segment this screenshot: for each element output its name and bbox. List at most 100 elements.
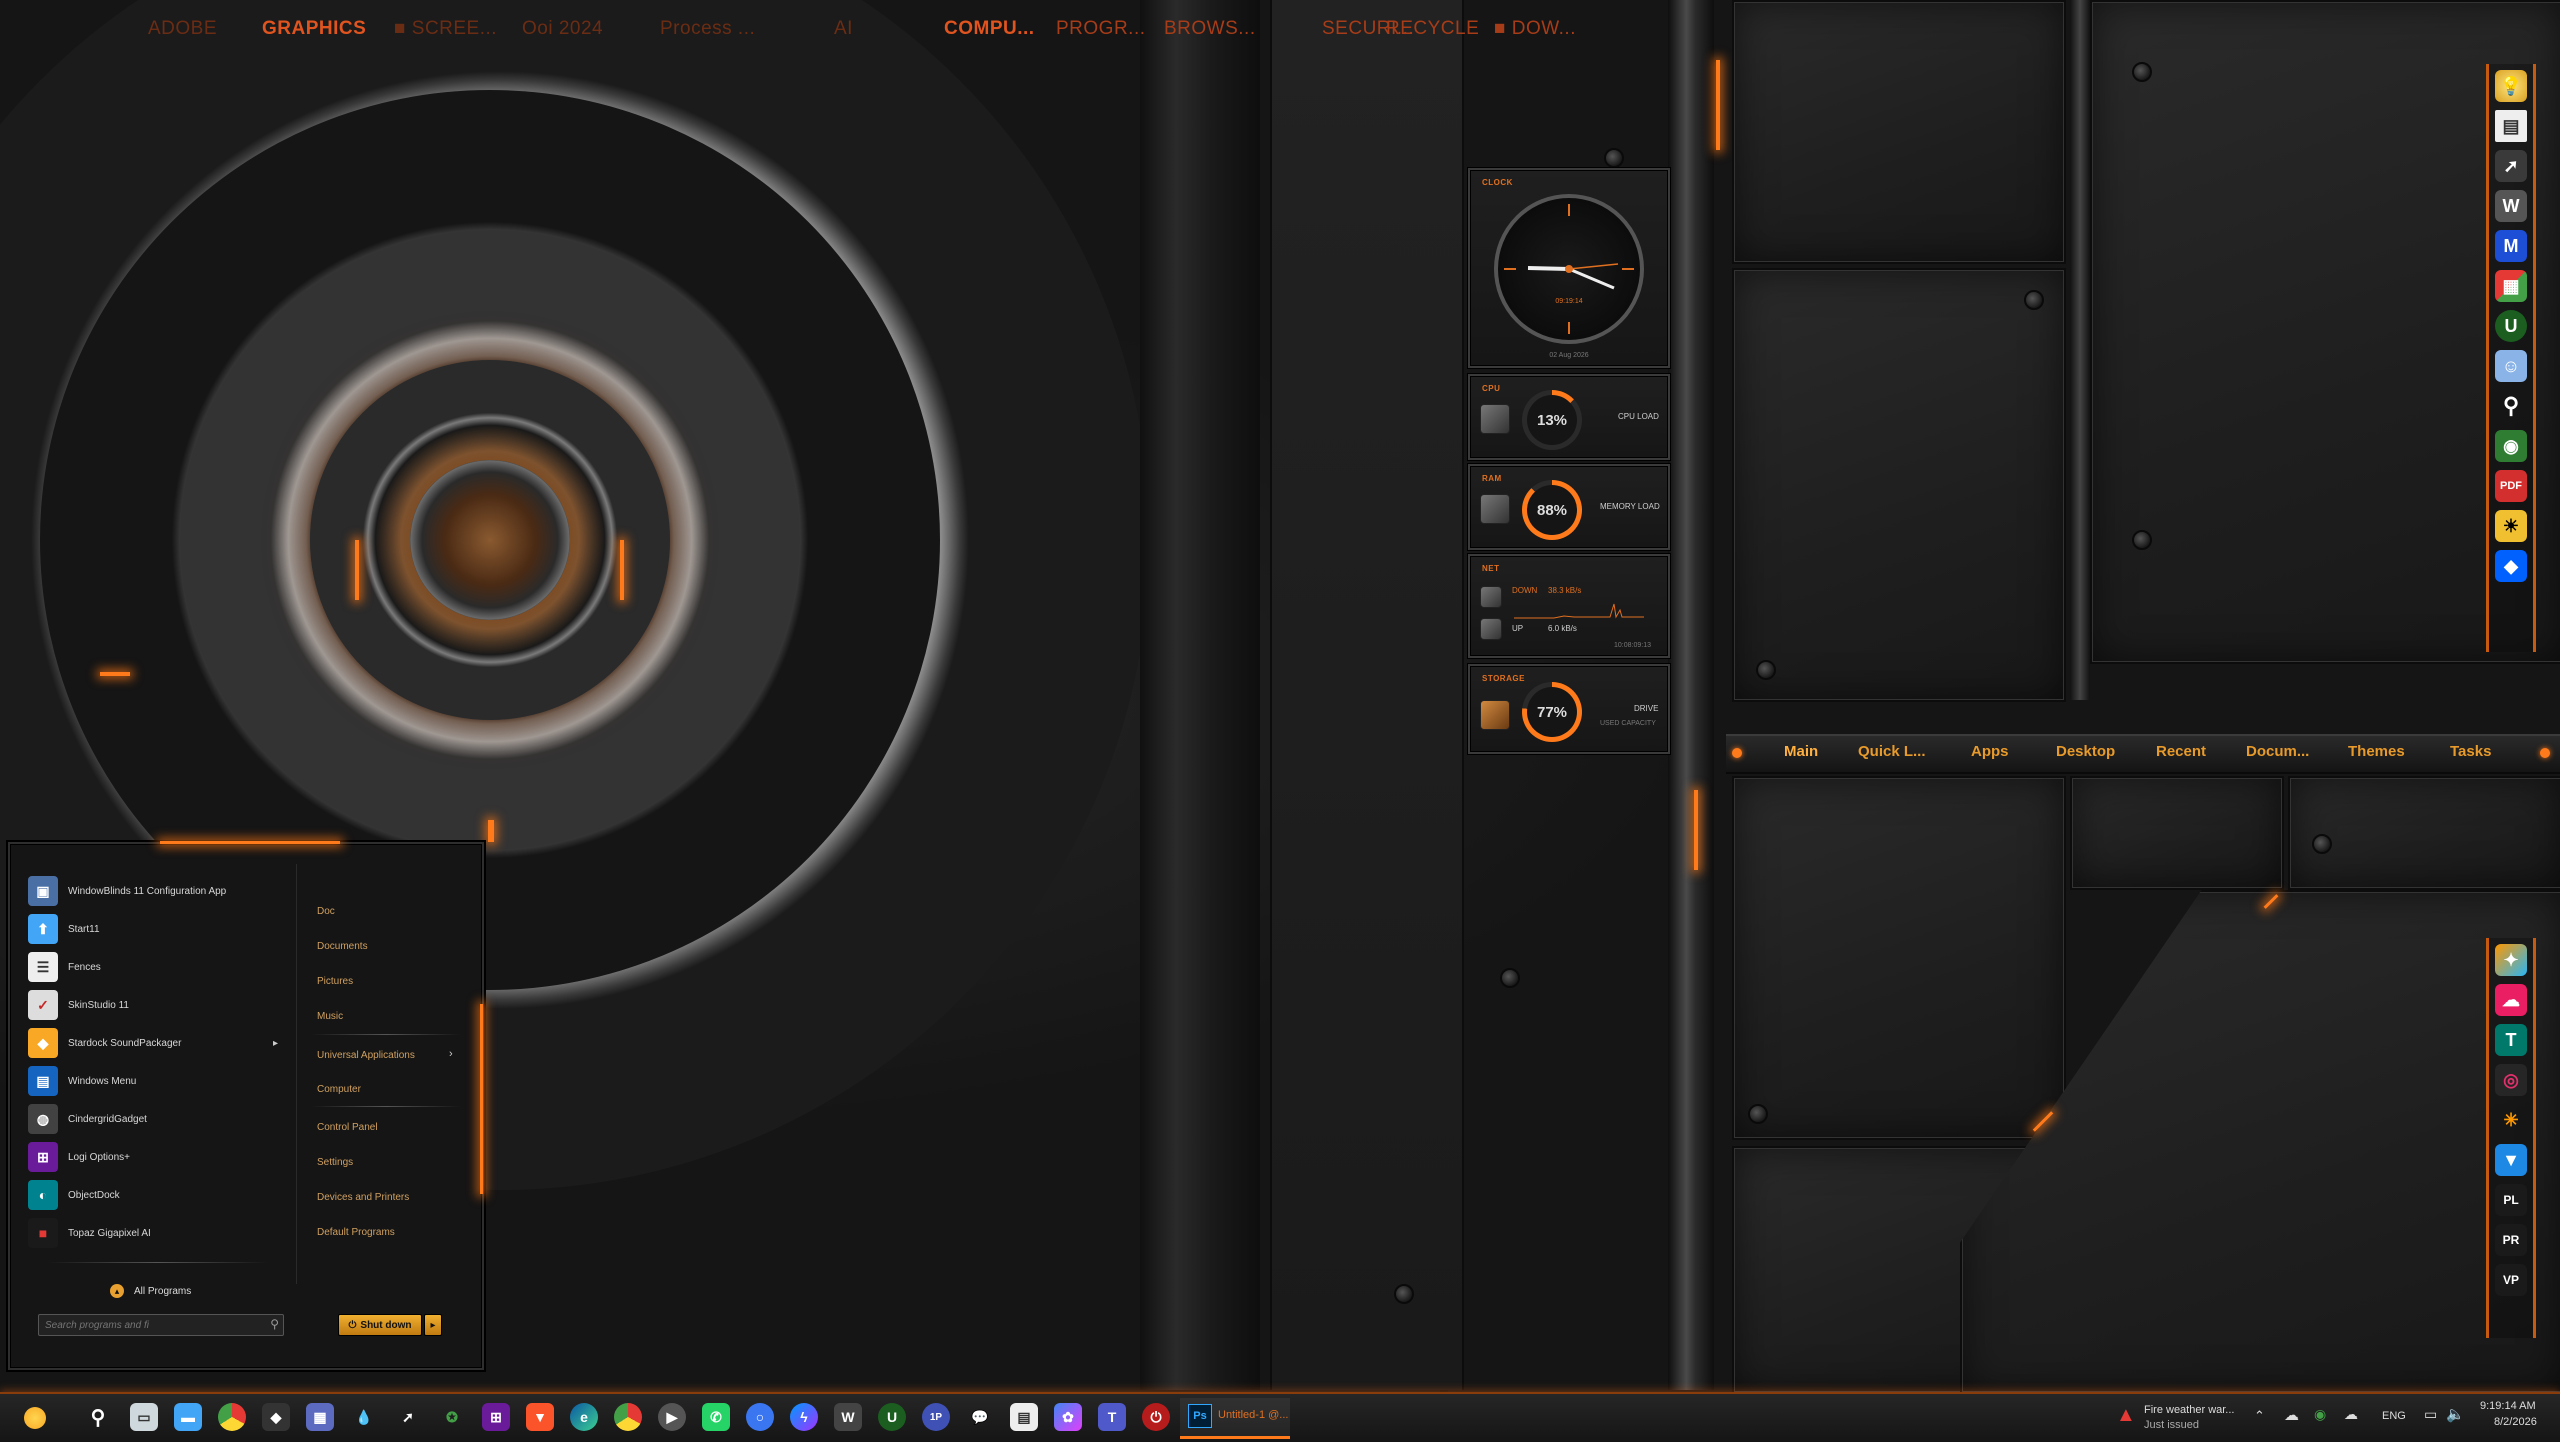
search-icon[interactable]: ⚲ bbox=[84, 1403, 112, 1431]
program-cindergrid[interactable]: ◍ CindergridGadget bbox=[28, 1102, 147, 1136]
program-skinstudio[interactable]: ✓ SkinStudio 11 bbox=[28, 988, 129, 1022]
xbox-icon[interactable]: ✪ bbox=[438, 1403, 466, 1431]
menu-item-documents[interactable]: Documents bbox=[317, 941, 368, 952]
calculator-icon[interactable]: ▦ bbox=[306, 1403, 334, 1431]
menu-item-settings[interactable]: Settings bbox=[317, 1157, 353, 1168]
brush-app-icon[interactable]: ✦ bbox=[2495, 944, 2527, 976]
taskbar-active-app[interactable]: Ps Untitled-1 @... bbox=[1180, 1398, 1290, 1439]
program-windows-menu[interactable]: ▤ Windows Menu bbox=[28, 1064, 136, 1098]
taskbar-time[interactable]: 9:19:14 AM bbox=[2480, 1400, 2536, 1412]
volume-icon[interactable]: 🔈 bbox=[2446, 1405, 2465, 1423]
topbar-item-process[interactable]: Process ... bbox=[660, 18, 755, 40]
menu-item-music[interactable]: Music bbox=[317, 1011, 343, 1022]
program-start11[interactable]: ⬆ Start11 bbox=[28, 912, 100, 946]
tray-chevron-icon[interactable]: ⌃ bbox=[2254, 1408, 2265, 1424]
diamond-app-icon[interactable]: ◆ bbox=[262, 1403, 290, 1431]
file-explorer-icon[interactable]: ▬ bbox=[174, 1403, 202, 1431]
start-search-box[interactable]: ⚲ bbox=[38, 1314, 284, 1336]
document-icon[interactable]: ▤ bbox=[2495, 110, 2527, 142]
sync-icon[interactable]: ◉ bbox=[2314, 1406, 2326, 1423]
sun-icon[interactable]: ☀ bbox=[2495, 510, 2527, 542]
brave-icon[interactable]: ▼ bbox=[526, 1403, 554, 1431]
net-gadget[interactable]: NET DOWN 38.3 kB/s UP 6.0 kB/s 10:08:09:… bbox=[1468, 554, 1670, 658]
bitwarden-icon[interactable]: 1P bbox=[922, 1403, 950, 1431]
tab-themes[interactable]: Themes bbox=[2348, 743, 2405, 760]
notepad-icon[interactable]: ▤ bbox=[1010, 1403, 1038, 1431]
whatsapp-icon[interactable]: ✆ bbox=[702, 1403, 730, 1431]
tab-desktop[interactable]: Desktop bbox=[2056, 743, 2115, 760]
wallpaper-engine-icon[interactable]: W bbox=[2495, 190, 2527, 222]
rocket-icon[interactable]: ➚ bbox=[2495, 150, 2527, 182]
start-search-input[interactable] bbox=[39, 1315, 257, 1336]
chat-icon[interactable]: 💬 bbox=[966, 1403, 994, 1431]
wallpaper-engine-icon[interactable]: W bbox=[834, 1403, 862, 1431]
onedrive-icon[interactable]: ☁ bbox=[2284, 1406, 2299, 1424]
pdf-icon[interactable]: PDF bbox=[2495, 470, 2527, 502]
tab-apps[interactable]: Apps bbox=[1971, 743, 2009, 760]
menu-item-pictures[interactable]: Pictures bbox=[317, 976, 353, 987]
chrome-icon[interactable] bbox=[614, 1403, 642, 1431]
chrome-alt-icon[interactable] bbox=[218, 1403, 246, 1431]
signal-icon[interactable]: ○ bbox=[746, 1403, 774, 1431]
topbar-item-graphics[interactable]: GRAPHICS bbox=[262, 18, 366, 40]
pureraw-icon[interactable]: PR bbox=[2495, 1224, 2527, 1256]
menu-item-computer[interactable]: Computer bbox=[317, 1084, 361, 1095]
rocket-icon[interactable]: ➚ bbox=[394, 1403, 422, 1431]
topbar-item-programs[interactable]: PROGR... bbox=[1056, 18, 1146, 40]
cpu-gadget[interactable]: CPU 13% CPU LOAD bbox=[1468, 374, 1670, 460]
topbar-item-downloads[interactable]: ■ DOW... bbox=[1494, 18, 1576, 40]
menu-item-control-panel[interactable]: Control Panel bbox=[317, 1122, 378, 1133]
copilot-icon[interactable]: ✿ bbox=[1054, 1403, 1082, 1431]
creative-cloud-icon[interactable]: ☁ bbox=[2495, 984, 2527, 1016]
ram-gadget[interactable]: RAM 88% MEMORY LOAD bbox=[1468, 464, 1670, 550]
teal-app-icon[interactable]: T bbox=[2495, 1024, 2527, 1056]
shutdown-options-button[interactable]: ▸ bbox=[424, 1314, 442, 1336]
program-objectdock[interactable]: ◐ ObjectDock bbox=[28, 1178, 120, 1212]
viewpoint-icon[interactable]: VP bbox=[2495, 1264, 2527, 1296]
topaz-icon[interactable]: ▼ bbox=[2495, 1144, 2527, 1176]
tab-recent[interactable]: Recent bbox=[2156, 743, 2206, 760]
u-app-icon[interactable]: U bbox=[2495, 310, 2527, 342]
shutdown-button[interactable]: ⏻ Shut down bbox=[338, 1314, 422, 1336]
topbar-item-computer[interactable]: COMPU... bbox=[944, 18, 1035, 40]
u-app-icon[interactable]: U bbox=[878, 1403, 906, 1431]
tab-tasks[interactable]: Tasks bbox=[2450, 743, 2491, 760]
taskbar-date[interactable]: 8/2/2026 bbox=[2494, 1416, 2537, 1428]
teams-icon[interactable]: T bbox=[1098, 1403, 1126, 1431]
menu-item-default-programs[interactable]: Default Programs bbox=[317, 1227, 395, 1238]
lightbulb-icon[interactable]: 💡 bbox=[2495, 70, 2527, 102]
media-player-icon[interactable]: ▶ bbox=[658, 1403, 686, 1431]
topbar-item-browsers[interactable]: BROWS... bbox=[1164, 18, 1256, 40]
language-indicator[interactable]: ENG bbox=[2382, 1410, 2406, 1422]
instagram-icon[interactable]: ◎ bbox=[2495, 1064, 2527, 1096]
program-logi-options[interactable]: ⊞ Logi Options+ bbox=[28, 1140, 130, 1174]
clock-gadget[interactable]: CLOCK 09:19:14 02 Aug 2026 bbox=[1468, 168, 1670, 368]
program-topaz-gigapixel[interactable]: ■ Topaz Gigapixel AI bbox=[28, 1216, 151, 1250]
cloud-icon[interactable]: ☁ bbox=[2344, 1406, 2358, 1423]
program-fences[interactable]: ☰ Fences bbox=[28, 950, 101, 984]
logi-icon[interactable]: ⊞ bbox=[482, 1403, 510, 1431]
menu-item-devices-printers[interactable]: Devices and Printers bbox=[317, 1192, 409, 1203]
program-soundpackager[interactable]: ◆ Stardock SoundPackager ▸ bbox=[28, 1026, 278, 1060]
topbar-item-ooi[interactable]: Ooi 2024 bbox=[522, 18, 603, 40]
menu-item-doc[interactable]: Doc bbox=[317, 906, 335, 917]
task-view-icon[interactable]: ▭ bbox=[130, 1403, 158, 1431]
program-windowblinds[interactable]: ▣ WindowBlinds 11 Configuration App bbox=[28, 874, 226, 908]
finder-icon[interactable]: ☺ bbox=[2495, 350, 2527, 382]
storage-gadget[interactable]: STORAGE 77% DRIVE USED CAPACITY bbox=[1468, 664, 1670, 754]
tab-quick-launch[interactable]: Quick L... bbox=[1858, 743, 1926, 760]
power-app-icon[interactable]: ⏻ bbox=[1142, 1403, 1170, 1431]
search-icon[interactable]: ⚲ bbox=[2495, 390, 2527, 422]
dropbox-icon[interactable]: ◆ bbox=[2495, 550, 2527, 582]
messenger-icon[interactable]: ϟ bbox=[790, 1403, 818, 1431]
tiles-icon[interactable]: ▦ bbox=[2495, 270, 2527, 302]
nvidia-icon[interactable]: ◉ bbox=[2495, 430, 2527, 462]
weather-notification[interactable]: ▲ Fire weather war... Just issued bbox=[2110, 1398, 2250, 1436]
tab-documents[interactable]: Docum... bbox=[2246, 743, 2309, 760]
topbar-item-screenshots[interactable]: ■ SCREE... bbox=[394, 18, 497, 40]
malwarebytes-icon[interactable]: M bbox=[2495, 230, 2527, 262]
menu-item-universal-apps[interactable]: Universal Applications bbox=[317, 1050, 415, 1061]
edge-icon[interactable]: e bbox=[570, 1403, 598, 1431]
start-button[interactable] bbox=[24, 1407, 46, 1429]
droplet-icon[interactable]: 💧 bbox=[350, 1403, 378, 1431]
